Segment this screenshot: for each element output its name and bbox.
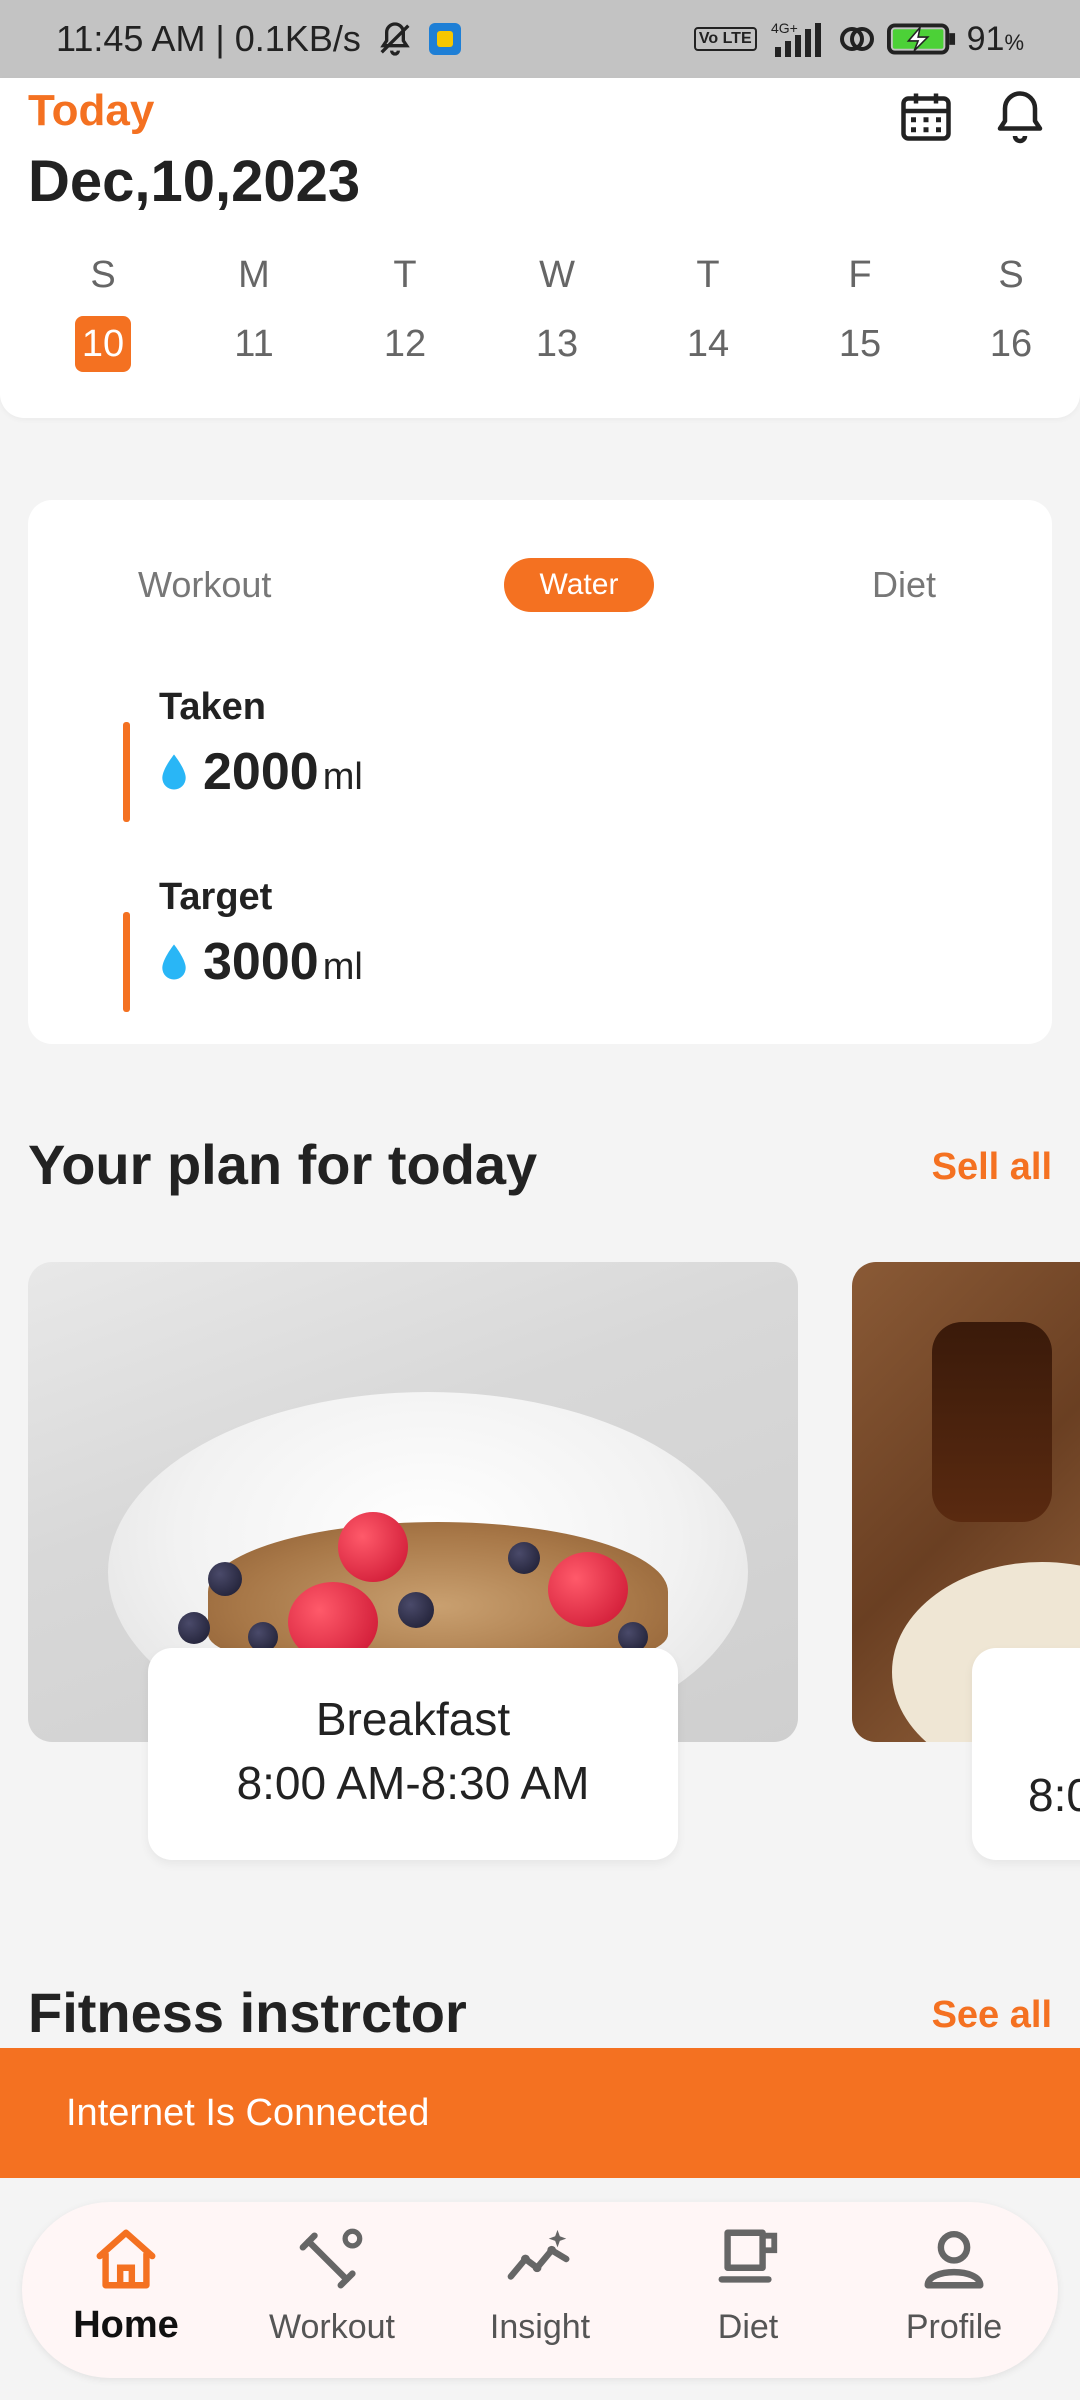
volte-icon: Vo LTE xyxy=(693,27,757,51)
app-notification-icon xyxy=(428,23,461,55)
day-number: 11 xyxy=(234,323,274,365)
day-tue[interactable]: T 12 xyxy=(365,248,445,372)
meal-name: Breakfast xyxy=(315,1693,511,1745)
date-header: Today Dec,10,2023 S 10 M 11 T 12 W 13 T xyxy=(0,78,1080,418)
connection-snackbar: Internet Is Connected xyxy=(0,2048,1080,2178)
home-icon xyxy=(96,2229,156,2289)
tab-diet[interactable]: Diet xyxy=(872,558,936,612)
nav-insight[interactable]: Insight xyxy=(460,2224,620,2347)
dumbbell-icon xyxy=(299,2228,363,2289)
day-letter: S xyxy=(998,254,1024,296)
tab-water[interactable]: Water xyxy=(504,558,654,612)
day-number: 12 xyxy=(383,323,427,365)
day-letter: W xyxy=(539,254,575,296)
nav-diet-label: Diet xyxy=(717,2308,779,2346)
day-thu[interactable]: T 14 xyxy=(668,248,748,372)
calendar-icon[interactable] xyxy=(896,86,956,146)
day-fri[interactable]: F 15 xyxy=(820,248,900,372)
nav-workout[interactable]: Workout xyxy=(252,2224,412,2347)
nav-profile[interactable]: Profile xyxy=(874,2224,1034,2347)
plan-see-all-link[interactable]: Sell all xyxy=(932,1146,1052,1189)
current-date: Dec,10,2023 xyxy=(28,149,361,214)
insight-chart-icon xyxy=(507,2229,570,2280)
meal-time: 8:0 xyxy=(1028,1769,1080,1821)
battery-charging-icon xyxy=(886,23,955,55)
nav-workout-label: Workout xyxy=(269,2308,395,2346)
today-label: Today xyxy=(28,86,155,135)
water-drop-icon xyxy=(162,754,186,790)
day-number-selected: 10 xyxy=(75,316,131,372)
user-icon xyxy=(924,2231,984,2289)
meal-card-2[interactable]: 8:0 xyxy=(972,1648,1080,1860)
mute-notification-icon xyxy=(380,22,410,56)
day-sat[interactable]: S 16 xyxy=(971,248,1051,372)
nav-diet[interactable]: Diet xyxy=(668,2224,828,2347)
target-label: Target xyxy=(159,876,273,918)
nav-insight-label: Insight xyxy=(489,2308,591,2346)
day-letter: T xyxy=(696,254,720,296)
taken-value-row: 2000 ml xyxy=(159,742,363,802)
day-number: 13 xyxy=(535,323,579,365)
taken-label: Taken xyxy=(159,686,267,728)
tab-workout[interactable]: Workout xyxy=(138,558,271,612)
fitness-see-all-link[interactable]: See all xyxy=(932,1994,1052,2037)
nav-home[interactable]: Home xyxy=(46,2224,206,2347)
bottom-nav: Home Workout Insight Diet Profile xyxy=(22,2202,1058,2378)
day-number: 15 xyxy=(838,323,882,365)
taken-unit: ml xyxy=(322,756,363,798)
day-mon[interactable]: M 11 xyxy=(214,248,294,372)
tracker-card: Workout Water Diet Taken 2000 ml Target … xyxy=(28,500,1052,1044)
battery-percentage: 91% xyxy=(966,19,1024,58)
day-sun[interactable]: S 10 xyxy=(63,248,143,372)
target-unit: ml xyxy=(322,946,363,988)
target-value-row: 3000 ml xyxy=(159,932,363,992)
day-number: 16 xyxy=(989,323,1033,365)
status-bar: 11:45 AM | 0.1KB/s Vo LTE 4G+ 91% xyxy=(0,0,1080,78)
target-value: 3000 xyxy=(203,933,319,991)
svg-text:4G+: 4G+ xyxy=(771,20,798,36)
day-letter: F xyxy=(848,254,872,296)
water-drop-icon xyxy=(162,944,186,980)
accent-bar xyxy=(123,912,130,1012)
status-time: 11:45 AM | 0.1KB/s xyxy=(56,18,361,59)
hotspot-link-icon xyxy=(839,27,874,51)
day-letter: M xyxy=(238,254,270,296)
signal-icon: 4G+ xyxy=(771,20,821,57)
meal-card-breakfast[interactable]: Breakfast 8:00 AM-8:30 AM xyxy=(148,1648,678,1860)
bell-icon[interactable] xyxy=(990,86,1050,146)
taken-value: 2000 xyxy=(203,743,319,801)
day-number: 14 xyxy=(686,323,730,365)
fitness-section-title: Fitness instrctor xyxy=(28,1981,467,2044)
accent-bar xyxy=(123,722,130,822)
plan-section-title: Your plan for today xyxy=(28,1133,538,1196)
nav-home-label: Home xyxy=(73,2304,179,2346)
day-letter: T xyxy=(393,254,417,296)
cup-icon xyxy=(718,2229,778,2283)
nav-profile-label: Profile xyxy=(905,2308,1003,2346)
day-letter: S xyxy=(90,254,116,296)
meal-time: 8:00 AM-8:30 AM xyxy=(236,1757,590,1809)
day-wed[interactable]: W 13 xyxy=(517,248,597,372)
